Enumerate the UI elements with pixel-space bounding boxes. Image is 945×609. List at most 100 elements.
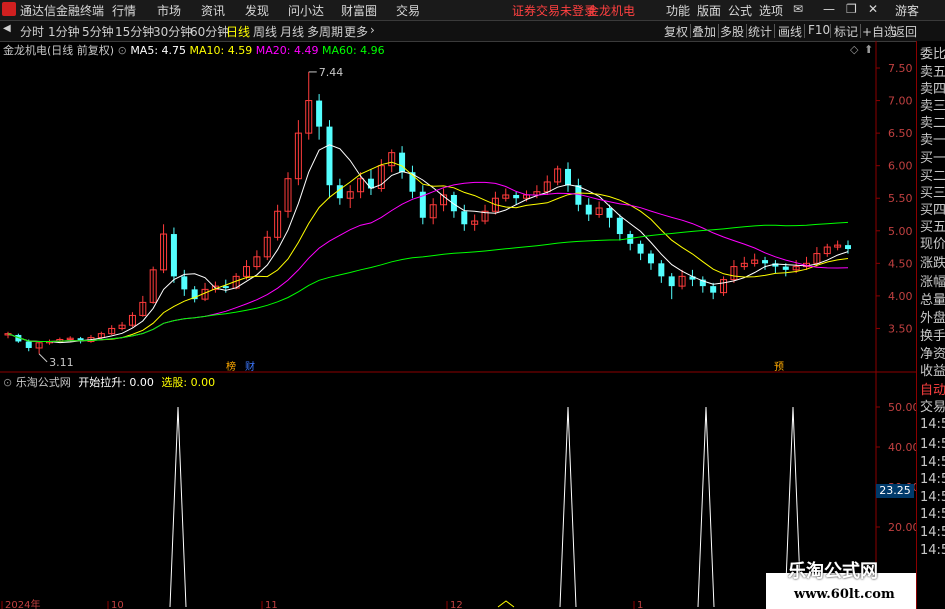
menu-item-layout[interactable]: 版面 — [697, 2, 721, 19]
stock-name-title: 金龙机电 — [587, 4, 636, 18]
candle-body — [565, 168, 571, 186]
y-tick-label: 6.00 — [888, 160, 913, 173]
login-status[interactable]: 证券交易未登录 — [512, 2, 596, 19]
close-icon[interactable]: ✕ — [868, 2, 878, 16]
tab-15min[interactable]: 15分钟 — [115, 23, 154, 40]
menu-item-discover[interactable]: 发现 — [245, 2, 269, 19]
right-quote-panel: 委比 卖五 卖四 卖三 卖二 卖一 买一 买二 买三 买四 买五 现价 涨跌 涨幅 总量 外盘 换手 净资 收益 自动… — [916, 41, 945, 609]
y-tick-label: 6.50 — [888, 127, 913, 140]
candle-body — [316, 100, 323, 127]
candle-body — [367, 178, 374, 189]
candle-body — [616, 217, 623, 235]
btn-f10[interactable]: F10 — [808, 23, 830, 37]
btn-stats[interactable]: 统计 — [748, 23, 772, 40]
tab-5min[interactable]: 5分钟 — [82, 23, 114, 40]
ma-line-5 — [7, 144, 849, 344]
right-panel-label: 14:56 — [920, 525, 945, 540]
high-label: 7.44 — [319, 66, 344, 79]
btn-multi-stock[interactable]: 多股 — [720, 23, 744, 40]
menu-item-market[interactable]: 市场 — [157, 2, 181, 19]
candle-body — [513, 194, 520, 199]
y-tick-label: 7.00 — [888, 95, 913, 108]
y-tick-label: 5.50 — [888, 192, 913, 205]
event-label: 预 — [774, 361, 784, 373]
right-panel-label: 收益 — [920, 364, 945, 379]
candle-body — [181, 276, 188, 290]
candle-body — [585, 204, 592, 215]
sub-y-tick-label: 20.00 — [888, 521, 916, 534]
x-tick-label: 10 — [111, 600, 124, 609]
tab-monthly[interactable]: 月线 — [280, 23, 304, 40]
menu-item-function[interactable]: 功能 — [666, 2, 690, 19]
sub-line2-label: 选股: 0.00 — [161, 376, 216, 389]
tab-daily[interactable]: 日线 — [226, 23, 250, 40]
more-chevron-icon[interactable]: › — [370, 23, 375, 37]
candle-body — [668, 276, 675, 287]
menu-item-news[interactable]: 资讯 — [201, 2, 225, 19]
candle-body — [647, 253, 654, 264]
y-tick-label: 7.50 — [888, 62, 913, 75]
ma-line-10 — [7, 161, 849, 342]
btn-mark[interactable]: 标记 — [834, 23, 858, 40]
sub-settings-icon[interactable]: ⊙ — [3, 376, 12, 389]
candle-body — [25, 341, 32, 348]
sub-indicator-chart — [169, 406, 802, 608]
candle-body — [461, 211, 468, 225]
right-panel-label: 涨跌 — [920, 256, 945, 271]
tab-30min[interactable]: 30分钟 — [153, 23, 192, 40]
right-panel-label: 外盘 — [920, 311, 945, 326]
menu-item-ask[interactable]: 问小达 — [288, 2, 324, 19]
menu-item-formula[interactable]: 公式 — [728, 2, 752, 19]
x-tick-label: 1 — [637, 600, 643, 609]
chart-area: 7.44 3.11 榜财 预 7.50 7.00 6.50 6.00 5.50 5.00 4.50… — [0, 41, 916, 609]
spike-line — [559, 406, 577, 608]
event-label: 财 — [245, 360, 255, 373]
restore-icon[interactable]: ❐ — [846, 2, 857, 16]
btn-overlay[interactable]: 叠加 — [692, 23, 716, 40]
user-label[interactable]: 游客 — [895, 2, 919, 19]
tab-multi-period[interactable]: 多周期 — [307, 23, 343, 40]
tab-timeshare[interactable]: 分时 — [20, 23, 44, 40]
y-tick-label: 5.00 — [888, 225, 913, 238]
menu-item-options[interactable]: 选项 — [759, 2, 783, 19]
mail-icon[interactable]: ✉ — [793, 2, 803, 16]
sub-chart-legend: ⊙ 乐淘公式网 开始拉升: 0.00 选股: 0.00 — [3, 374, 215, 390]
app-title: 通达信金融终端 — [20, 4, 105, 18]
minimize-icon[interactable]: — — [823, 2, 835, 16]
ma-line-60 — [7, 221, 849, 342]
tab-60min[interactable]: 60分钟 — [190, 23, 229, 40]
menu-bar: 通达信金融终端 行情 市场 资讯 发现 问小达 财富圈 交易 证券交易未登录 金… — [0, 0, 945, 21]
axes: 7.50 7.00 6.50 6.00 5.50 5.00 4.50 4.00 3.50 50.0… — [1, 62, 916, 609]
collapse-icon[interactable]: ◀ — [3, 23, 11, 34]
y-tick-label: 3.50 — [888, 322, 913, 335]
right-panel-label: 交易 — [920, 400, 945, 415]
candle-body — [336, 185, 343, 199]
right-panel-label: 总量 — [920, 293, 945, 308]
sub-chart-title: 乐淘公式网 — [15, 376, 71, 389]
y-tick-label: 4.50 — [888, 257, 913, 270]
menu-item-wealth[interactable]: 财富圈 — [341, 2, 377, 19]
candle-body — [222, 286, 229, 289]
sub-line1-label: 开始拉升: 0.00 — [78, 376, 154, 389]
menu-item-trade[interactable]: 交易 — [396, 2, 420, 19]
right-panel-label: 卖一 — [920, 133, 945, 148]
tab-more[interactable]: 更多 — [344, 23, 368, 40]
tab-weekly[interactable]: 周线 — [253, 23, 277, 40]
menu-item-quotes[interactable]: 行情 — [112, 2, 136, 19]
right-panel-label: 14:56 — [920, 455, 945, 470]
right-panel-label: 14:56 — [920, 472, 945, 487]
x-tick-label: 11 — [265, 600, 278, 609]
tab-1min[interactable]: 1分钟 — [48, 23, 80, 40]
sub-y-tick-label: 40.00 — [888, 441, 916, 454]
watermark: 乐淘公式网 www.60lt.com — [766, 561, 916, 609]
x-tick-label: 2024年 — [5, 598, 40, 609]
btn-adjust[interactable]: 复权 — [664, 23, 688, 40]
right-panel-label: 14:56 — [920, 490, 945, 505]
candle-body — [762, 260, 769, 264]
right-panel-label: 委比 — [920, 47, 945, 62]
watermark-url: www.60lt.com — [794, 587, 895, 602]
btn-draw[interactable]: 画线 — [778, 23, 802, 40]
candle-body — [326, 126, 333, 186]
btn-back[interactable]: 返回 — [893, 23, 917, 40]
right-panel-label: 14:56 — [920, 507, 945, 522]
